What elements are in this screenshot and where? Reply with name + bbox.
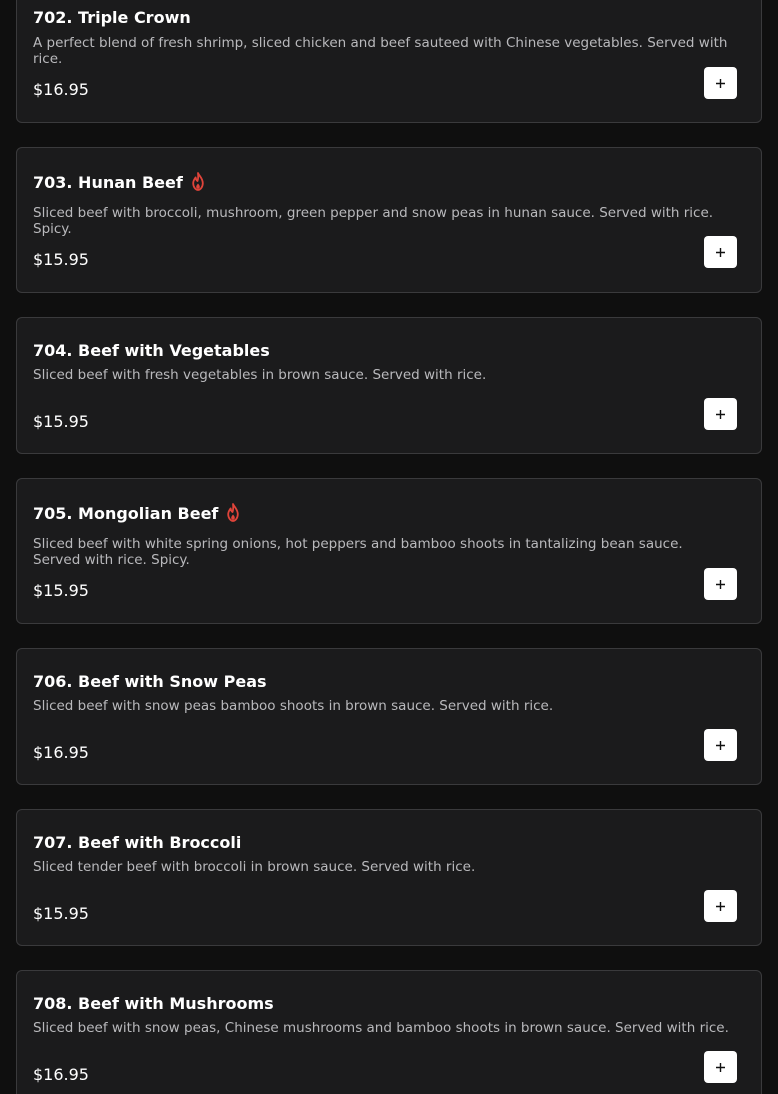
add-to-cart-button[interactable] xyxy=(704,67,737,99)
flame-icon xyxy=(227,503,240,522)
item-title: 708. Beef with Mushrooms xyxy=(33,994,274,1013)
add-to-cart-button[interactable] xyxy=(704,236,737,268)
add-to-cart-button[interactable] xyxy=(704,729,737,761)
item-description: A perfect blend of fresh shrimp, sliced … xyxy=(33,35,728,67)
menu-item[interactable]: 706. Beef with Snow Peas Sliced beef wit… xyxy=(16,648,762,785)
item-title: 702. Triple Crown xyxy=(33,8,191,27)
item-title: 707. Beef with Broccoli xyxy=(33,833,241,852)
plus-icon xyxy=(716,740,725,750)
item-price: $15.95 xyxy=(33,904,89,923)
item-title: 703. Hunan Beef xyxy=(33,172,206,192)
item-title-text: 708. Beef with Mushrooms xyxy=(33,994,274,1013)
plus-icon xyxy=(716,78,725,88)
item-title-text: 705. Mongolian Beef xyxy=(33,503,219,523)
menu-item[interactable]: 708. Beef with Mushrooms Sliced beef wit… xyxy=(16,970,762,1094)
item-price: $15.95 xyxy=(33,581,89,600)
item-description: Sliced beef with broccoli, mushroom, gre… xyxy=(33,205,714,237)
item-price: $16.95 xyxy=(33,743,89,762)
item-title-text: 703. Hunan Beef xyxy=(33,172,183,192)
item-price: $15.95 xyxy=(33,412,89,431)
item-title-text: 707. Beef with Broccoli xyxy=(33,833,242,852)
add-to-cart-button[interactable] xyxy=(704,890,737,922)
flame-icon xyxy=(192,172,204,191)
item-price: $16.95 xyxy=(33,80,89,99)
plus-icon xyxy=(716,579,725,589)
plus-icon xyxy=(716,247,725,257)
item-price: $15.95 xyxy=(33,250,89,269)
item-title: 704. Beef with Vegetables xyxy=(33,341,270,360)
plus-icon xyxy=(716,901,725,911)
item-description: Sliced beef with snow peas, Chinese mush… xyxy=(33,1020,729,1036)
menu-item-list: 702. Triple Crown A perfect blend of fre… xyxy=(0,0,778,1094)
item-description: Sliced tender beef with broccoli in brow… xyxy=(33,859,476,875)
menu-item[interactable]: 704. Beef with Vegetables Sliced beef wi… xyxy=(16,317,762,454)
plus-icon xyxy=(716,409,725,419)
menu-item[interactable]: 703. Hunan Beef Sliced beef with broccol… xyxy=(16,147,762,293)
item-description: Sliced beef with snow peas bamboo shoots… xyxy=(33,698,554,714)
menu-item[interactable]: 705. Mongolian Beef Sliced beef with whi… xyxy=(16,478,762,624)
item-title-text: 704. Beef with Vegetables xyxy=(33,341,270,360)
menu-item[interactable]: 707. Beef with Broccoli Sliced tender be… xyxy=(16,809,762,946)
item-description: Sliced beef with fresh vegetables in bro… xyxy=(33,367,487,383)
item-title: 705. Mongolian Beef xyxy=(33,503,241,523)
item-title-text: 702. Triple Crown xyxy=(33,8,191,27)
add-to-cart-button[interactable] xyxy=(704,1051,737,1083)
add-to-cart-button[interactable] xyxy=(704,568,737,600)
add-to-cart-button[interactable] xyxy=(704,398,737,430)
item-price: $16.95 xyxy=(33,1065,89,1084)
menu-item[interactable]: 702. Triple Crown A perfect blend of fre… xyxy=(16,0,762,123)
item-title-text: 706. Beef with Snow Peas xyxy=(33,672,267,691)
plus-icon xyxy=(716,1062,725,1072)
item-title: 706. Beef with Snow Peas xyxy=(33,672,267,691)
item-description: Sliced beef with white spring onions, ho… xyxy=(33,536,683,568)
